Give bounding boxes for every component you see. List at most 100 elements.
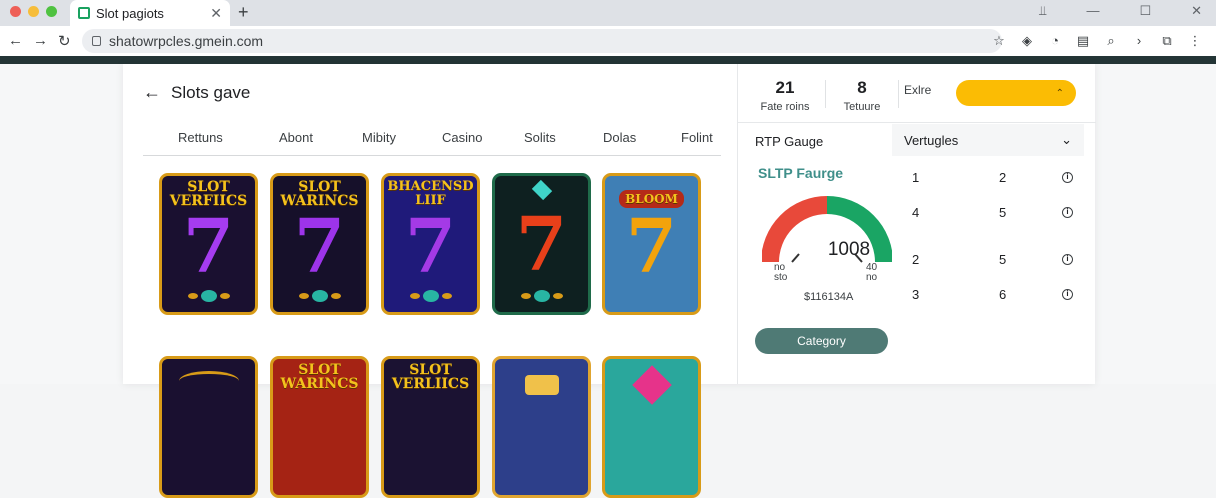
- stats-panel: 21 Fate roins 8 Tetuure Exlre ⌃ RTP Gaug…: [737, 64, 1096, 384]
- slot-tile[interactable]: BLOOM 7: [602, 173, 701, 315]
- bookmark-star-icon[interactable]: ☆: [992, 33, 1006, 49]
- divider: [898, 80, 899, 108]
- minimize-icon[interactable]: —: [1086, 3, 1099, 19]
- tile-title: SLOT VERLIICS: [391, 362, 470, 392]
- extension-leaf-icon[interactable]: ◈: [1020, 33, 1034, 49]
- variation-col-b: 2: [999, 170, 1007, 185]
- seven-symbol: 7: [293, 204, 346, 290]
- slot-tile[interactable]: 7: [492, 173, 591, 315]
- gauge-footer-amount: $116134A: [804, 291, 854, 303]
- address-bar[interactable]: shatowrpcles.gmein.com: [82, 29, 1002, 53]
- tab-title: Slot pagiots: [96, 5, 164, 21]
- rtp-gauge-heading: RTP Gauge: [755, 134, 824, 149]
- diamond-gem-icon: [531, 179, 552, 201]
- gem-ornament-icon: [311, 290, 328, 302]
- zoom-search-icon[interactable]: ⌕: [1104, 33, 1118, 49]
- seven-symbol: 7: [515, 202, 568, 288]
- variations-heading: Vertugles: [904, 132, 959, 148]
- tab-casino[interactable]: Casino: [442, 130, 482, 145]
- slot-tile[interactable]: BHACENSD LIIF 7: [381, 173, 480, 315]
- back-icon[interactable]: ←: [8, 32, 23, 49]
- stat-fate-roins: 21 Fate roins: [760, 78, 810, 113]
- browser-toolbar: ← → ↻ shatowrpcles.gmein.com ☆ ◈ ◔ ▤ ⌕ ›…: [0, 26, 1216, 56]
- variation-col-b: 5: [999, 252, 1007, 267]
- slot-tile[interactable]: [492, 356, 591, 498]
- variation-row: 2 5 i: [892, 252, 1084, 272]
- tab-solits[interactable]: Solits: [524, 130, 556, 145]
- tab-groups-icon[interactable]: ▤: [1076, 33, 1090, 49]
- gauge-title: SLTP Faurge: [758, 165, 844, 181]
- gauge-max-label: 40 no: [866, 262, 878, 283]
- slot-tile[interactable]: SLOT VERLIICS: [381, 356, 480, 498]
- browser-tab[interactable]: Slot pagiots ✕: [70, 0, 230, 26]
- variations-dropdown[interactable]: Vertugles ⌄: [892, 124, 1084, 156]
- stat-value: 21: [775, 78, 795, 97]
- close-icon[interactable]: ✕: [1191, 3, 1202, 19]
- slot-tile[interactable]: SLOT WARINCS 7: [270, 173, 369, 315]
- tab-dolas[interactable]: Dolas: [603, 130, 636, 145]
- divider: [825, 80, 826, 108]
- variation-col-a: 1: [912, 170, 920, 185]
- browser-tab-bar: Slot pagiots ✕ + ⫫ — ☐ ✕: [0, 0, 1216, 26]
- seven-symbol: 7: [404, 204, 457, 290]
- toolbar-extensions: ☆ ◈ ◔ ▤ ⌕ › ⧉ ⋮: [992, 33, 1202, 49]
- sort-label: Exlre: [904, 83, 932, 97]
- forward-icon[interactable]: →: [33, 32, 48, 49]
- tile-title: SLOT WARINCS: [280, 362, 359, 392]
- info-icon[interactable]: i: [1062, 289, 1073, 300]
- close-window-dot[interactable]: [10, 6, 21, 17]
- slot-tile[interactable]: SLOT WARINCS: [270, 356, 369, 498]
- info-icon[interactable]: i: [1062, 254, 1073, 265]
- slot-tile[interactable]: [602, 356, 701, 498]
- url-text: shatowrpcles.gmein.com: [109, 33, 264, 49]
- maximize-window-dot[interactable]: [46, 6, 57, 17]
- info-icon[interactable]: i: [1062, 207, 1073, 218]
- tab-close-icon[interactable]: ✕: [210, 5, 222, 22]
- variation-col-a: 4: [912, 205, 920, 220]
- window-controls: ⫫ — ☐ ✕: [1039, 3, 1202, 19]
- crown-icon: [524, 375, 559, 395]
- info-icon[interactable]: i: [1062, 172, 1073, 183]
- stat-label: Fate roins: [760, 101, 810, 113]
- tab-mibity[interactable]: Mibity: [362, 130, 396, 145]
- tab-rettuns[interactable]: Rettuns: [178, 130, 223, 145]
- page-gutter-left: [0, 64, 123, 384]
- main-card: ← Slots gave Rettuns Abont Mibity Casino…: [123, 64, 1096, 498]
- menu-kebab-icon[interactable]: ⋮: [1188, 33, 1202, 49]
- site-info-icon[interactable]: [92, 36, 101, 46]
- back-arrow-icon[interactable]: ←: [143, 82, 161, 103]
- sort-dropdown-button[interactable]: ⌃: [956, 80, 1076, 106]
- tab-abont[interactable]: Abont: [279, 130, 313, 145]
- reload-icon[interactable]: ↻: [58, 32, 71, 50]
- variation-col-a: 3: [912, 287, 920, 302]
- slot-tile[interactable]: SLOT VERFIICS 7: [159, 173, 258, 315]
- category-button[interactable]: Category: [755, 328, 888, 354]
- window-traffic-lights: [10, 6, 57, 17]
- new-tab-button[interactable]: +: [238, 2, 249, 23]
- variation-col-b: 6: [999, 287, 1007, 302]
- stat-tetuure: 8 Tetuure: [838, 78, 886, 113]
- gem-ornament-icon: [533, 290, 550, 302]
- page-favicon-icon: [78, 7, 90, 19]
- variation-row: 3 6 i: [892, 287, 1084, 307]
- variation-col-a: 2: [912, 252, 920, 267]
- slots-panel: ← Slots gave Rettuns Abont Mibity Casino…: [123, 64, 737, 498]
- slot-tile[interactable]: [159, 356, 258, 498]
- history-clock-icon[interactable]: ◔: [1048, 33, 1062, 49]
- extensions-puzzle-icon[interactable]: ⧉: [1160, 33, 1174, 49]
- minimize-window-dot[interactable]: [28, 6, 39, 17]
- category-tabs: Rettuns Abont Mibity Casino Solits Dolas…: [143, 130, 721, 156]
- chevron-right-icon[interactable]: ›: [1132, 33, 1146, 49]
- gauge-tick-left: [791, 253, 800, 263]
- chevron-down-icon: ⌄: [1061, 132, 1072, 147]
- gauge-value: 1008: [827, 239, 871, 260]
- maximize-icon[interactable]: ☐: [1139, 3, 1151, 19]
- page-gutter-right: [1095, 64, 1216, 384]
- pink-gem-icon: [631, 365, 672, 405]
- tab-search-icon[interactable]: ⫫: [1039, 3, 1046, 19]
- divider: [738, 122, 1096, 123]
- tab-folint[interactable]: Folint: [681, 130, 713, 145]
- seven-symbol: 7: [182, 204, 235, 290]
- ornament-arch-icon: [178, 371, 239, 391]
- site-header-strip: [0, 56, 1216, 64]
